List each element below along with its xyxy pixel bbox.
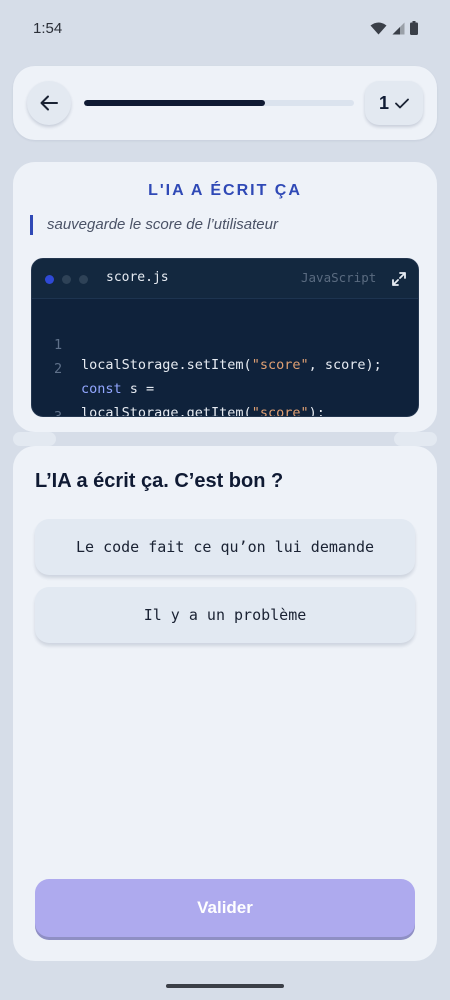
arrow-left-icon bbox=[40, 95, 58, 111]
card-connector bbox=[13, 432, 56, 446]
status-bar: 1:54 bbox=[0, 0, 450, 56]
window-dot-icon bbox=[45, 275, 54, 284]
code-language-label: JavaScript bbox=[301, 270, 377, 285]
line-number: 3 bbox=[54, 409, 63, 417]
progress-header: 1 bbox=[13, 66, 437, 140]
expand-icon[interactable] bbox=[392, 272, 406, 286]
question-title: L’IA a écrit ça. C’est bon ? bbox=[35, 470, 284, 492]
code-titlebar: score.js JavaScript bbox=[32, 259, 418, 299]
wifi-icon bbox=[370, 22, 387, 34]
code-card-heading: L'IA A ÉCRIT ÇA bbox=[148, 182, 302, 199]
submit-button[interactable]: Valider bbox=[35, 879, 415, 937]
status-time: 1:54 bbox=[33, 19, 63, 37]
lesson-progress-fill bbox=[84, 100, 265, 106]
answer-option-correct[interactable]: Le code fait ce qu’on lui demande bbox=[35, 519, 415, 575]
code-body: 1 localStorage.setItem("score", score); … bbox=[32, 315, 418, 416]
question-card: L’IA a écrit ça. C’est bon ? Le code fai… bbox=[13, 446, 437, 961]
code-line: 2 const s = bbox=[32, 339, 418, 397]
window-dot-icon bbox=[79, 275, 88, 284]
status-icons bbox=[370, 21, 418, 35]
window-dot-icon bbox=[62, 275, 71, 284]
home-indicator[interactable] bbox=[166, 984, 284, 988]
code-line: localStorage.getItem("score"); bbox=[32, 363, 418, 416]
prompt-quote: sauvegarde le score de l’utilisateur bbox=[30, 215, 278, 235]
code-line: 3 console.log(s + 10); bbox=[32, 387, 418, 416]
code-card: L'IA A ÉCRIT ÇA sauvegarde le score de l… bbox=[13, 162, 437, 432]
correct-count-badge: 1 bbox=[365, 81, 423, 125]
code-file-name: score.js bbox=[106, 270, 169, 285]
code-line: 1 localStorage.setItem("score", score); bbox=[32, 315, 418, 373]
correct-count: 1 bbox=[378, 92, 389, 113]
back-button[interactable] bbox=[27, 81, 71, 125]
code-window: score.js JavaScript 1 localStorage.setIt… bbox=[31, 258, 419, 417]
signal-icon bbox=[392, 22, 405, 34]
card-connector bbox=[394, 432, 437, 446]
battery-icon bbox=[410, 21, 418, 35]
check-icon bbox=[395, 98, 409, 108]
answer-option-problem[interactable]: Il y a un problème bbox=[35, 587, 415, 643]
lesson-progress-bar bbox=[84, 100, 354, 106]
